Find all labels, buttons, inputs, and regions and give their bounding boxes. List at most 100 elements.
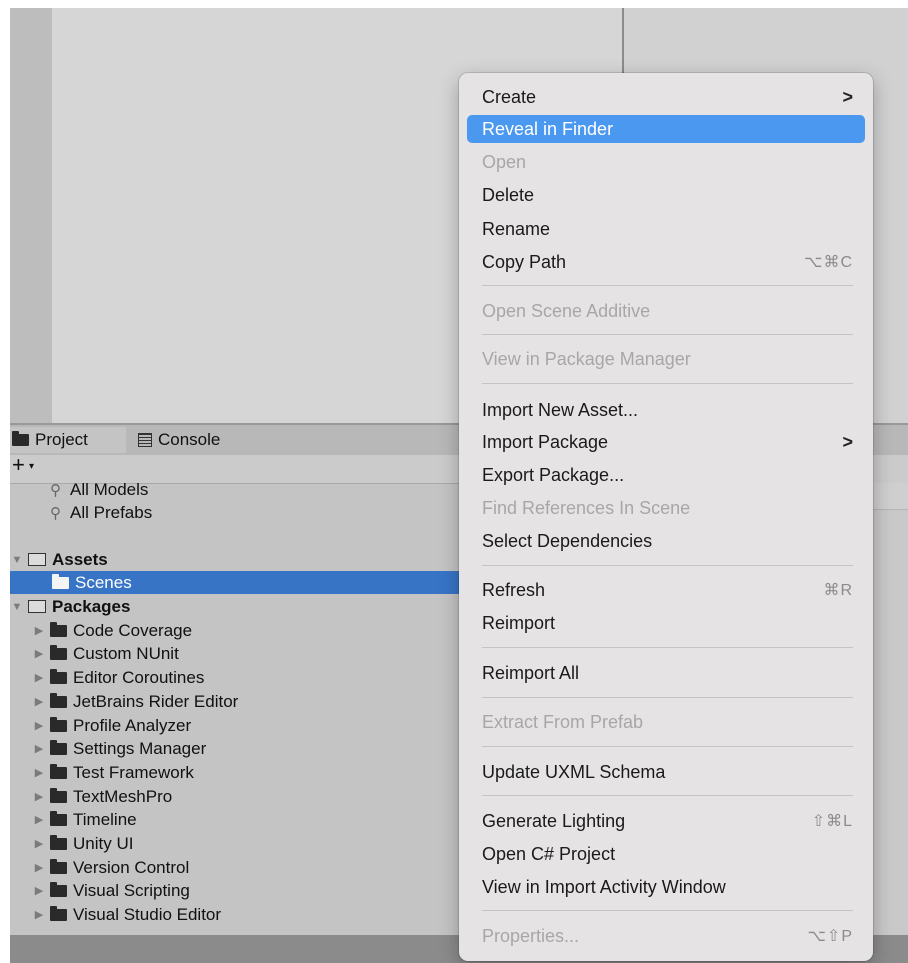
- expand-right-icon[interactable]: ▶: [32, 624, 46, 637]
- menu-item-select-dependencies[interactable]: Select Dependencies: [467, 527, 865, 555]
- tree-item-package[interactable]: ▶ TextMeshPro: [32, 785, 172, 808]
- tree-item-package[interactable]: ▶ JetBrains Rider Editor: [32, 690, 239, 713]
- expand-right-icon[interactable]: ▶: [32, 861, 46, 874]
- console-icon: [138, 433, 152, 447]
- menu-item-generate-lighting[interactable]: Generate Lighting ⇧⌘L: [467, 807, 865, 835]
- folder-icon: [50, 858, 67, 874]
- menu-item-shortcut: ⌥⇧P: [807, 928, 853, 945]
- submenu-chevron-icon: >: [842, 86, 853, 107]
- menu-item-rename[interactable]: Rename: [467, 215, 865, 243]
- menu-item-reimport[interactable]: Reimport: [467, 609, 865, 637]
- menu-separator: [482, 795, 853, 796]
- favorite-item[interactable]: ⚲ All Models: [50, 478, 148, 501]
- menu-item-view-in-import-activity-window[interactable]: View in Import Activity Window: [467, 873, 865, 901]
- expand-right-icon[interactable]: ▶: [32, 766, 46, 779]
- tree-item-package[interactable]: ▶ Visual Scripting: [32, 879, 190, 902]
- expand-right-icon[interactable]: ▶: [32, 719, 46, 732]
- menu-item-export-package[interactable]: Export Package...: [467, 461, 865, 489]
- add-button[interactable]: +: [12, 454, 25, 476]
- expand-down-icon[interactable]: ▼: [10, 601, 24, 613]
- menu-separator: [482, 746, 853, 747]
- menu-separator: [482, 697, 853, 698]
- tree-item-package[interactable]: ▶ Unity UI: [32, 832, 134, 855]
- favorite-item[interactable]: ⚲ All Prefabs: [50, 501, 152, 524]
- folder-icon: [50, 905, 67, 921]
- menu-item-import-package[interactable]: Import Package >: [467, 428, 865, 456]
- folder-icon: [50, 810, 67, 826]
- menu-item-find-references-in-scene: Find References In Scene: [467, 494, 865, 522]
- tree-item-package[interactable]: ▶ Profile Analyzer: [32, 714, 191, 737]
- tree-item-label: Visual Studio Editor: [73, 904, 222, 924]
- menu-item-label: Reimport: [482, 612, 556, 633]
- expand-right-icon[interactable]: ▶: [32, 671, 46, 684]
- folder-icon: [50, 881, 67, 897]
- menu-item-open-scene-additive: Open Scene Additive: [467, 297, 865, 325]
- tab-project[interactable]: Project: [10, 427, 126, 453]
- menu-item-label: Extract From Prefab: [482, 711, 644, 732]
- menu-item-label: Reimport All: [482, 662, 580, 683]
- menu-item-refresh[interactable]: Refresh ⌘R: [467, 576, 865, 604]
- menu-separator: [482, 334, 853, 335]
- tree-item-package[interactable]: ▶ Version Control: [32, 856, 189, 879]
- menu-item-label: Copy Path: [482, 251, 567, 272]
- menu-item-shortcut: ⇧⌘L: [811, 813, 853, 830]
- folder-icon: [50, 763, 67, 779]
- expand-right-icon[interactable]: ▶: [32, 884, 46, 897]
- menu-separator: [482, 910, 853, 911]
- expand-right-icon[interactable]: ▶: [32, 813, 46, 826]
- folder-icon: [50, 668, 67, 684]
- tree-item-label: Custom NUnit: [73, 643, 179, 663]
- expand-right-icon[interactable]: ▶: [32, 695, 46, 708]
- tree-item-package[interactable]: ▶ Settings Manager: [32, 737, 206, 760]
- tree-item-label: Version Control: [73, 857, 190, 877]
- tree-item-package[interactable]: ▶ Visual Studio Editor: [32, 903, 221, 926]
- folder-icon: [50, 787, 67, 803]
- menu-item-label: Update UXML Schema: [482, 761, 666, 782]
- menu-item-label: Find References In Scene: [482, 497, 691, 518]
- folder-icon: [50, 692, 67, 708]
- tree-item-package[interactable]: ▶ Timeline: [32, 808, 137, 831]
- menu-item-shortcut: ⌘R: [823, 582, 853, 599]
- expand-down-icon[interactable]: ▼: [10, 554, 24, 566]
- menu-item-import-new-asset[interactable]: Import New Asset...: [467, 396, 865, 424]
- tree-item-assets[interactable]: ▼ Assets: [10, 548, 108, 571]
- open-folder-icon: [28, 600, 46, 613]
- tree-item-label: Visual Scripting: [73, 880, 190, 900]
- menu-item-extract-from-prefab: Extract From Prefab: [467, 708, 865, 736]
- tree-item-label: Settings Manager: [73, 738, 207, 758]
- context-menu: Create > Reveal in Finder Open Delete Re…: [459, 73, 873, 961]
- menu-separator: [482, 285, 853, 286]
- menu-item-open-csharp-project[interactable]: Open C# Project: [467, 840, 865, 868]
- expand-right-icon[interactable]: ▶: [32, 837, 46, 850]
- expand-right-icon[interactable]: ▶: [32, 647, 46, 660]
- tree-item-package[interactable]: ▶ Test Framework: [32, 761, 194, 784]
- menu-item-label: Create: [482, 86, 537, 107]
- menu-item-reveal-in-finder[interactable]: Reveal in Finder: [467, 115, 865, 143]
- favorite-label: All Models: [70, 479, 149, 499]
- menu-item-label: Delete: [482, 184, 535, 205]
- folder-icon: [50, 644, 67, 660]
- tree-item-packages[interactable]: ▼ Packages: [10, 595, 131, 618]
- menu-separator: [482, 647, 853, 648]
- tree-item-package[interactable]: ▶ Code Coverage: [32, 619, 192, 642]
- tree-item-label: Editor Coroutines: [73, 667, 205, 687]
- expand-right-icon[interactable]: ▶: [32, 742, 46, 755]
- tree-item-package[interactable]: ▶ Custom NUnit: [32, 642, 179, 665]
- expand-right-icon[interactable]: ▶: [32, 790, 46, 803]
- menu-item-copy-path[interactable]: Copy Path ⌥⌘C: [467, 248, 865, 276]
- tree-item-label: Timeline: [73, 809, 137, 829]
- menu-item-delete[interactable]: Delete: [467, 181, 865, 209]
- menu-item-label: Import Package: [482, 431, 609, 452]
- menu-item-label: Properties...: [482, 925, 580, 946]
- menu-item-update-uxml-schema[interactable]: Update UXML Schema: [467, 758, 865, 786]
- menu-item-reimport-all[interactable]: Reimport All: [467, 659, 865, 687]
- tab-console[interactable]: Console: [138, 427, 220, 453]
- tab-project-label: Project: [35, 430, 88, 449]
- expand-right-icon[interactable]: ▶: [32, 908, 46, 921]
- menu-item-create[interactable]: Create >: [467, 83, 865, 111]
- menu-item-label: Generate Lighting: [482, 810, 626, 831]
- menu-item-label: Open: [482, 151, 527, 172]
- add-dropdown-caret[interactable]: ▾: [29, 461, 34, 472]
- menu-item-label: Open Scene Additive: [482, 300, 651, 321]
- tree-item-package[interactable]: ▶ Editor Coroutines: [32, 666, 205, 689]
